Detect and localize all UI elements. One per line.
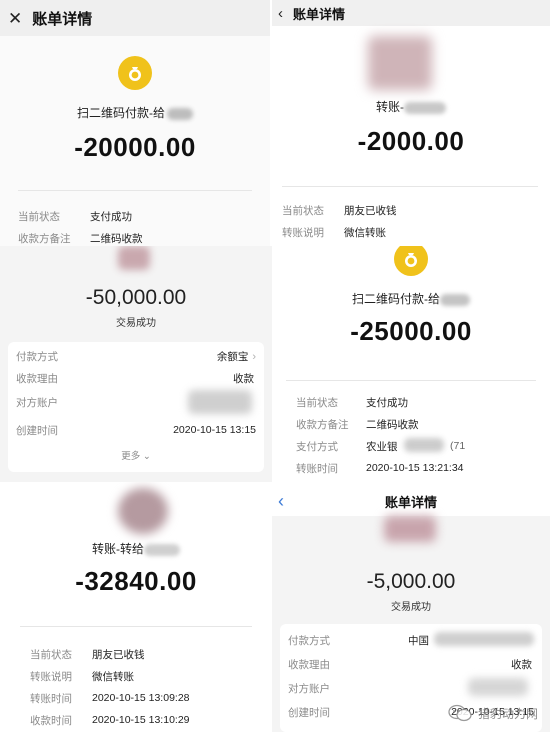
- detail-card: 付款方式 余额宝 › 收款理由 收款 对方账户 创建时间 2020-10-15 1…: [8, 342, 264, 472]
- status-text: 交易成功: [391, 602, 431, 613]
- wechat-icon: [448, 704, 472, 722]
- nav-bar: ✕ 账单详情: [0, 0, 270, 36]
- detail-row: 收款理由 收款: [288, 658, 532, 671]
- detail-row: 转账时间 2020-10-15 13:09:28: [30, 692, 190, 705]
- payee-line: 扫二维码付款-给: [272, 290, 550, 307]
- back-icon[interactable]: ‹: [278, 6, 283, 21]
- blurred-avatar: [118, 488, 168, 534]
- chevron-right-icon: ›: [252, 350, 256, 363]
- blurred-account: [468, 678, 528, 696]
- watermark-text: 猎豹动力网: [477, 706, 538, 721]
- detail-row: 收款方备注 二维码收款: [296, 418, 419, 431]
- detail-row[interactable]: 付款方式 余额宝 ›: [8, 346, 264, 366]
- detail-row[interactable]: 付款方式 中国: [280, 630, 542, 650]
- amount: -20000.00: [74, 132, 196, 162]
- bill-panel-alipay-50000: -50,000.00 交易成功 付款方式 余额宝 › 收款理由 收款 对方账户 创…: [0, 246, 272, 482]
- blurred-account: [188, 390, 252, 414]
- amount: -5,000.00: [366, 570, 456, 593]
- blurred-account: [434, 632, 534, 646]
- payee-text: 扫二维码付款-给: [352, 292, 440, 306]
- payee-text: 转账-转给: [92, 542, 144, 556]
- detail-row: 当前状态 朋友已收钱: [282, 204, 397, 217]
- detail-row: 对方账户: [280, 678, 542, 698]
- amount: -2000.00: [357, 126, 465, 156]
- amount: -32840.00: [75, 566, 197, 596]
- blurred-avatar: [118, 246, 150, 270]
- page-title: 账单详情: [293, 6, 346, 22]
- watermark: 猎豹动力网: [448, 704, 538, 722]
- bill-panel-qr-25000: 扫二维码付款-给 -25000.00 当前状态 支付成功 收款方备注 二维码收款…: [272, 246, 550, 486]
- blurred-avatar: [368, 36, 432, 90]
- divider: [18, 190, 252, 191]
- payee-text: 转账-: [376, 100, 404, 114]
- detail-row: 对方账户: [8, 390, 264, 414]
- detail-row: 转账说明 微信转账: [282, 226, 386, 239]
- bill-panel-transfer-32840: 转账-转给 -32840.00 当前状态 朋友已收钱 转账说明 微信转账 转账时…: [0, 482, 272, 732]
- detail-row: 创建时间 2020-10-15 13:15: [16, 424, 256, 437]
- status-text: 交易成功: [116, 318, 156, 329]
- detail-row: 转账说明 微信转账: [30, 670, 134, 683]
- screenshot-collage: ✕ 账单详情 扫二维码付款-给 -20000.00 当前状态 支付成功 收款方备…: [0, 0, 550, 732]
- payee-line: 扫二维码付款-给: [0, 104, 270, 121]
- bill-panel-transfer-2000: ‹ 账单详情 转账- -2000.00 当前状态 朋友已收钱 转账说明 微信转账: [272, 0, 550, 246]
- divider: [20, 626, 252, 627]
- close-icon[interactable]: ✕: [8, 10, 22, 27]
- chevron-down-icon: ⌄: [142, 451, 151, 462]
- bill-panel-alipay-5000: ‹ 账单详情 -5,000.00 交易成功 付款方式 中国 收款理由 收款 对方…: [272, 486, 550, 732]
- blurred-name: [440, 293, 470, 306]
- blurred-avatar: [384, 516, 436, 542]
- detail-row: 支付方式 农业银 (71: [296, 438, 466, 453]
- amount: -25000.00: [350, 316, 472, 346]
- nav-bar: ‹ 账单详情: [272, 486, 550, 516]
- page-title: 账单详情: [384, 494, 437, 510]
- more-link[interactable]: 更多 ⌄: [8, 448, 264, 462]
- payee-line: 转账-转给: [0, 540, 272, 557]
- detail-row: 收款方备注 二维码收款: [18, 232, 143, 245]
- blurred-card: [404, 438, 444, 452]
- blurred-name: [404, 101, 446, 114]
- detail-row: 转账时间 2020-10-15 13:21:34: [296, 462, 464, 475]
- payment-coin-icon: [394, 246, 428, 276]
- payee-text: 扫二维码付款-给: [77, 106, 165, 120]
- divider: [282, 186, 538, 187]
- nav-bar: ‹ 账单详情: [272, 0, 550, 26]
- payment-coin-icon: [118, 56, 152, 90]
- detail-row: 当前状态 支付成功: [18, 210, 132, 223]
- divider: [286, 380, 536, 381]
- detail-row: 收款时间 2020-10-15 13:10:29: [30, 714, 190, 727]
- detail-row: 收款理由 收款: [16, 372, 254, 385]
- bill-panel-qr-20000: ✕ 账单详情 扫二维码付款-给 -20000.00 当前状态 支付成功 收款方备…: [0, 0, 270, 246]
- blurred-name: [144, 543, 180, 556]
- detail-row: 当前状态 朋友已收钱: [30, 648, 145, 661]
- detail-row: 当前状态 支付成功: [296, 396, 408, 409]
- payee-line: 转账-: [272, 98, 550, 115]
- page-title: 账单详情: [32, 10, 93, 28]
- blurred-name: [167, 107, 193, 120]
- amount: -50,000.00: [85, 286, 187, 309]
